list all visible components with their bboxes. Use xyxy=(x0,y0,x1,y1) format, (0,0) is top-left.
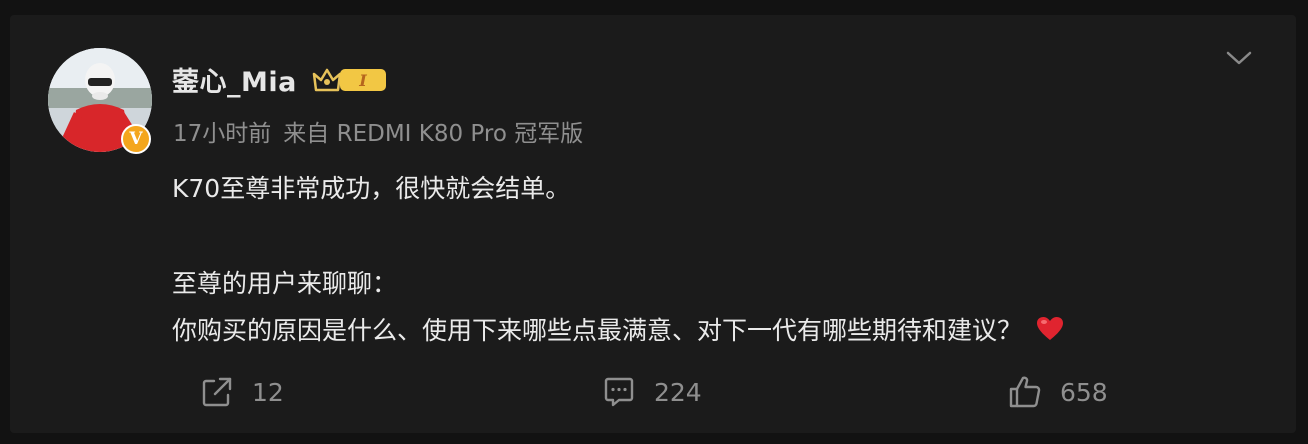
post-text-line: 至尊的用户来聊聊： xyxy=(172,269,398,298)
repost-count: 12 xyxy=(252,377,284,407)
post-text-line-with-emoji: 你购买的原因是什么、使用下来哪些点最满意、对下一代有哪些期待和建议？ xyxy=(172,311,1064,348)
avatar[interactable]: V xyxy=(48,48,154,154)
heart-emoji-icon xyxy=(1036,316,1064,348)
crown-icon: I xyxy=(312,68,386,92)
post-text-line: K70至尊非常成功，很快就会结单。 xyxy=(172,174,571,203)
like-count: 658 xyxy=(1060,377,1108,407)
verified-badge: V xyxy=(121,124,151,154)
level-badge-text: I xyxy=(358,71,367,90)
post-text: 你购买的原因是什么、使用下来哪些点最满意、对下一代有哪些期待和建议？ xyxy=(172,316,1023,345)
username[interactable]: 蓥心_Mia xyxy=(172,60,297,99)
thumbs-up-icon xyxy=(1009,376,1041,408)
post-time[interactable]: 17小时前 xyxy=(173,121,271,147)
repost-button[interactable]: 12 xyxy=(200,375,284,409)
share-icon xyxy=(202,377,232,407)
comment-icon xyxy=(604,377,634,407)
more-options-button[interactable] xyxy=(1224,48,1254,68)
post-meta: 17小时前 来自 REDMI K80 Pro 冠军版 xyxy=(173,114,583,148)
comment-button[interactable]: 224 xyxy=(602,375,702,409)
member-level-badge[interactable]: I xyxy=(312,64,388,98)
chevron-down-icon xyxy=(1226,51,1252,65)
comment-count: 224 xyxy=(654,377,702,407)
like-button[interactable]: 658 xyxy=(1008,375,1108,409)
post-source: 来自 REDMI K80 Pro 冠军版 xyxy=(283,121,584,147)
